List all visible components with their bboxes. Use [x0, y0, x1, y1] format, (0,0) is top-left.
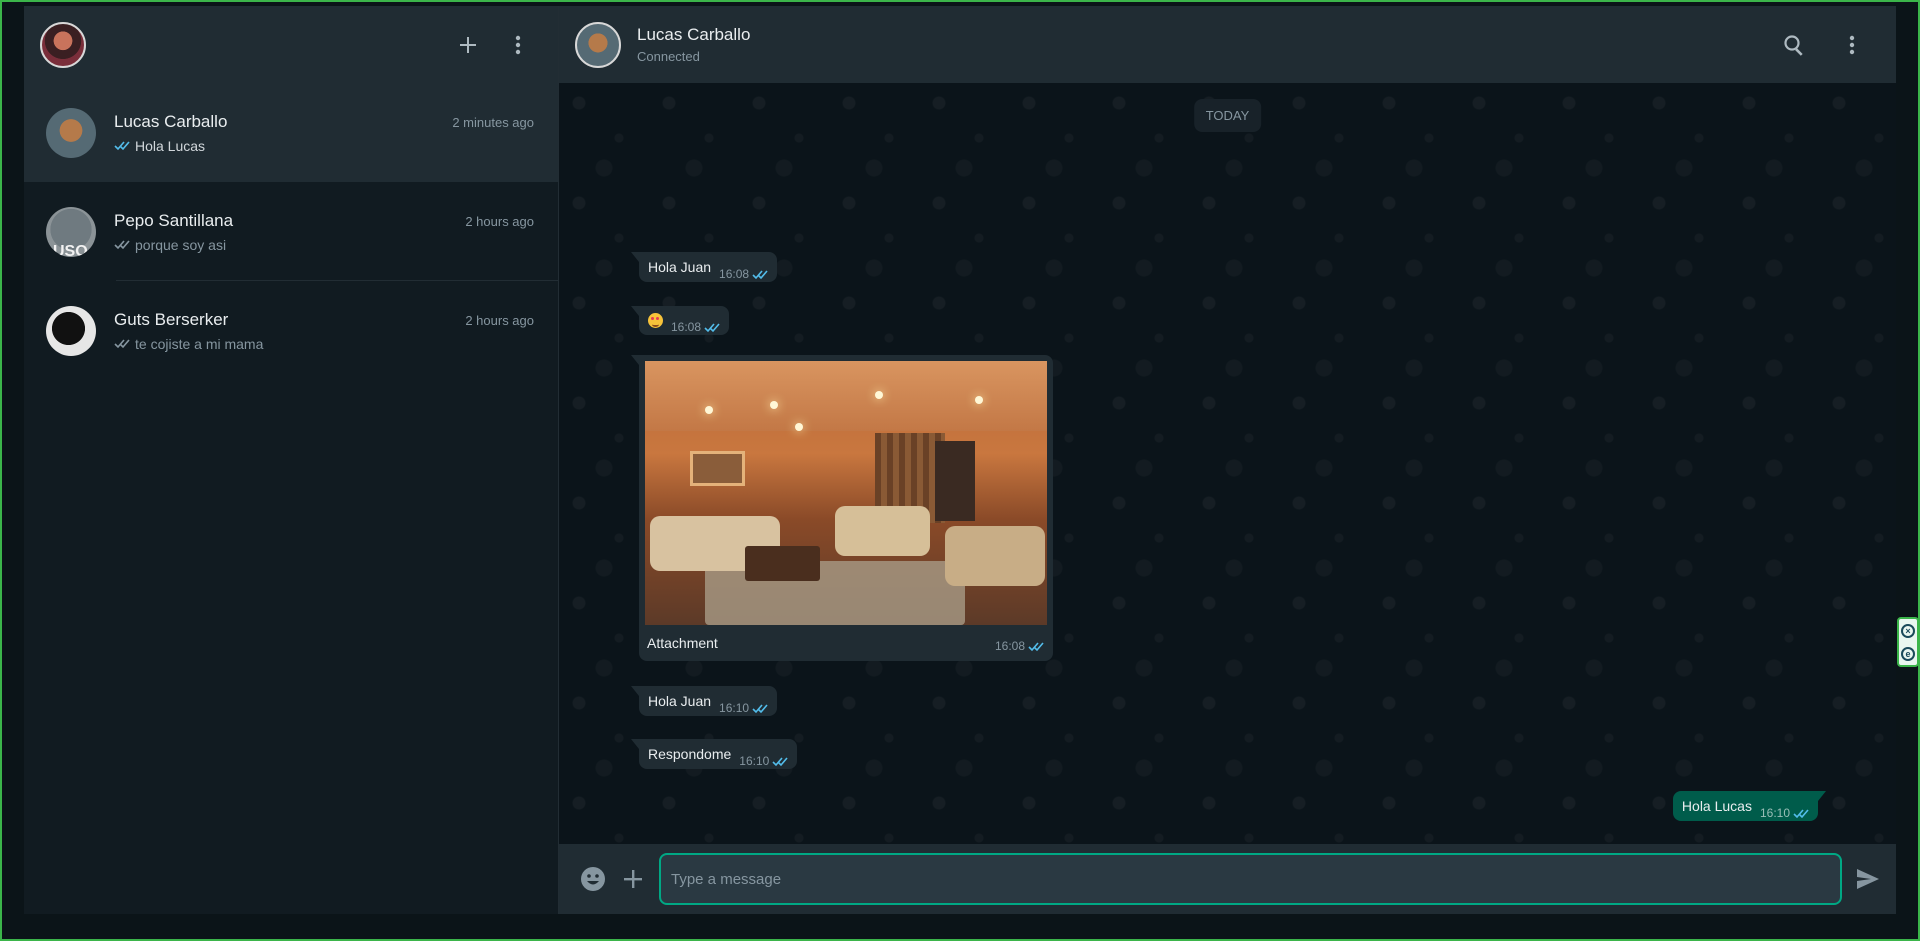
chat-item-guts-berserker[interactable]: Guts Berserker 2 hours ago te cojiste a … [24, 281, 558, 380]
date-divider: TODAY [1193, 99, 1262, 132]
contact-info[interactable]: Lucas Carballo Connected [637, 25, 750, 64]
extension-icon[interactable]: e [1901, 646, 1915, 661]
message-input[interactable] [659, 853, 1842, 905]
double-check-icon [114, 240, 130, 250]
contact-avatar[interactable] [575, 21, 621, 68]
emoji-icon [581, 867, 605, 891]
my-avatar[interactable] [40, 21, 86, 68]
new-chat-button[interactable] [456, 33, 480, 57]
message-time: 16:08 [671, 320, 702, 334]
chat-name: Lucas Carballo [114, 111, 228, 131]
chat-time: 2 hours ago [465, 213, 534, 229]
close-icon[interactable]: × [1901, 623, 1915, 638]
chat-time: 2 minutes ago [452, 114, 534, 130]
double-check-icon [704, 322, 720, 332]
image-message[interactable]: Attachment 16:08 [631, 355, 1053, 661]
star-struck-emoji-icon [648, 313, 663, 328]
double-check-icon [752, 703, 768, 713]
search-icon [1784, 34, 1803, 56]
double-check-icon [114, 141, 130, 151]
send-button[interactable] [1854, 865, 1882, 893]
search-button[interactable] [1782, 33, 1806, 57]
contact-status: Connected [637, 49, 700, 64]
chat-item-lucas-carballo[interactable]: Lucas Carballo 2 minutes ago Hola Lucas [24, 83, 558, 182]
message-time: 16:10 [719, 701, 750, 715]
chat-name: Guts Berserker [114, 309, 229, 329]
outgoing-message-bubble[interactable]: Hola Lucas 16:10 [1672, 791, 1827, 821]
message-time: 16:10 [1759, 806, 1790, 820]
chat-name: Pepo Santillana [114, 210, 234, 230]
attach-button[interactable] [619, 865, 647, 893]
message-bubble[interactable]: Hola Juan 16:08 [630, 252, 778, 282]
plus-icon [624, 870, 642, 888]
conversation-menu-button[interactable] [1840, 33, 1864, 57]
message-bubble[interactable]: Hola Juan 16:10 [630, 686, 778, 716]
message-text: Hola Lucas [1681, 798, 1752, 814]
chat-app: Lucas Carballo 2 minutes ago Hola Lucas … [24, 6, 1896, 914]
extension-widget[interactable]: × e [1897, 617, 1919, 667]
chat-info: Lucas Carballo 2 minutes ago Hola Lucas [114, 112, 534, 154]
avatar [46, 206, 96, 257]
sidebar: Lucas Carballo 2 minutes ago Hola Lucas … [24, 6, 559, 914]
message-text: Hola Juan [648, 259, 712, 275]
chat-time: 2 hours ago [465, 312, 534, 328]
chat-info: Pepo Santillana 2 hours ago porque soy a… [114, 211, 534, 253]
send-icon [1857, 869, 1879, 889]
message-text: Respondome [648, 746, 732, 762]
sidebar-actions [456, 33, 542, 57]
double-check-icon [752, 269, 768, 279]
conversation-panel: Lucas Carballo Connected TODAY Hola Juan… [559, 6, 1896, 914]
message-time: 16:08 [994, 639, 1025, 653]
chat-list: Lucas Carballo 2 minutes ago Hola Lucas … [24, 83, 558, 914]
emoji-button[interactable] [579, 865, 607, 893]
contact-name: Lucas Carballo [637, 25, 751, 44]
avatar [46, 305, 96, 356]
attachment-image[interactable] [645, 361, 1047, 625]
double-check-icon [772, 756, 788, 766]
chat-preview: porque soy asi [135, 236, 227, 253]
chat-preview: te cojiste a mi mama [135, 335, 264, 352]
conversation-header: Lucas Carballo Connected [559, 6, 1896, 83]
attachment-caption: Attachment [647, 635, 718, 651]
double-check-icon [1028, 641, 1044, 651]
message-time: 16:10 [739, 754, 770, 768]
sidebar-header [24, 6, 558, 83]
chat-preview: Hola Lucas [135, 137, 206, 154]
message-text: Hola Juan [648, 693, 712, 709]
message-bubble[interactable]: Respondome 16:10 [630, 739, 798, 769]
message-area[interactable]: TODAY Hola Juan 16:08 16:08 Attachment 1… [559, 83, 1896, 844]
sidebar-menu-button[interactable] [506, 33, 530, 57]
chat-info: Guts Berserker 2 hours ago te cojiste a … [114, 310, 534, 352]
message-time: 16:08 [719, 267, 750, 281]
menu-dots-icon [515, 35, 521, 54]
chat-item-pepo-santillana[interactable]: Pepo Santillana 2 hours ago porque soy a… [24, 182, 558, 281]
message-bubble[interactable]: 16:08 [630, 306, 730, 335]
menu-dots-icon [1849, 35, 1855, 54]
double-check-icon [1793, 808, 1809, 818]
avatar [46, 107, 96, 158]
message-composer [559, 844, 1896, 914]
double-check-icon [114, 339, 130, 349]
plus-icon [460, 36, 476, 53]
conversation-actions [1782, 33, 1880, 57]
